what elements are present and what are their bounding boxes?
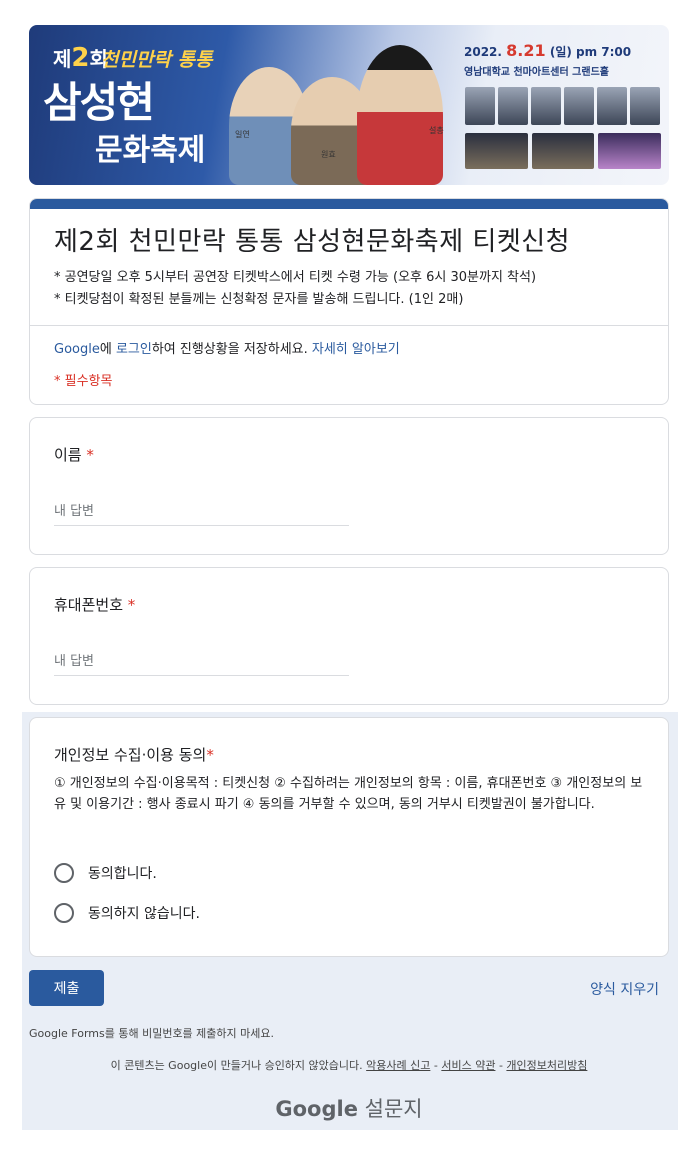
accent-bar: [30, 199, 668, 209]
question-phone-card: 휴대폰번호 * 내 답변: [29, 567, 669, 705]
banner-festival-name2: 문화축제: [95, 133, 206, 168]
radio-button[interactable]: [54, 903, 74, 923]
learn-more-link[interactable]: 자세히 알아보기: [312, 342, 400, 357]
group-photo: [531, 133, 595, 169]
performer-photo: [597, 87, 627, 125]
performer-photos: [465, 87, 661, 125]
radio-label: 동의하지 않습니다.: [88, 906, 200, 922]
banner-venue: 영남대학교 천마아트센터 그랜드홀: [464, 67, 609, 78]
report-abuse-link[interactable]: 악용사례 신고: [366, 1059, 430, 1072]
form-description: * 공연당일 오후 5시부터 공연장 티켓박스에서 티켓 수령 가능 (오후 6…: [54, 267, 536, 311]
clear-form-button[interactable]: 양식 지우기: [590, 979, 659, 999]
radio-button[interactable]: [54, 863, 74, 883]
group-photo: [465, 133, 528, 169]
login-prompt: Google에 로그인하여 진행상황을 저장하세요. 자세히 알아보기: [54, 342, 400, 357]
banner-theme: 천민만락 통통: [101, 49, 213, 71]
submit-button[interactable]: 제출: [29, 970, 104, 1006]
google-link[interactable]: Google: [54, 342, 100, 357]
performer-photo: [498, 87, 528, 125]
group-photos: [465, 133, 662, 169]
description-line: * 공연당일 오후 5시부터 공연장 티켓박스에서 티켓 수령 가능 (오후 6…: [54, 270, 537, 285]
divider: [30, 325, 668, 326]
question-consent-card: 개인정보 수집·이용 동의* ① 개인정보의 수집·이용목적 : 티켓신청 ② …: [29, 717, 669, 957]
consent-description: ① 개인정보의 수집·이용목적 : 티켓신청 ② 수집하려는 개인정보의 항목 …: [54, 776, 643, 812]
question-name-card: 이름 * 내 답변: [29, 417, 669, 555]
figure-label: 일연: [235, 130, 250, 139]
figure-illustration: [357, 45, 443, 185]
question-title: 개인정보 수집·이용 동의*: [54, 746, 214, 764]
performer-photo: [564, 87, 594, 125]
form-title-card: 제2회 천민만락 통통 삼성현문화축제 티켓신청 * 공연당일 오후 5시부터 …: [29, 198, 669, 405]
form-title: 제2회 천민만락 통통 삼성현문화축제 티켓신청: [54, 227, 571, 257]
password-warning: Google Forms를 통해 비밀번호를 제출하지 마세요.: [29, 1027, 275, 1040]
footer-disclaimer: 이 콘텐츠는 Google이 만들거나 승인하지 않았습니다. 악용사례 신고 …: [110, 1059, 588, 1072]
figure-label: 설총: [429, 126, 444, 135]
banner-figures-illustration: 일연 원효 설총: [229, 37, 449, 185]
form-container: 제2회 천민만락 통통 삼성현 문화축제 일연 원효 설총 2022. 8.21…: [29, 25, 669, 1121]
performer-photo: [630, 87, 660, 125]
required-mark: *: [206, 746, 214, 764]
performer-photo: [531, 87, 561, 125]
festival-banner: 제2회 천민만락 통통 삼성현 문화축제 일연 원효 설총 2022. 8.21…: [29, 25, 669, 185]
figure-label: 원효: [321, 150, 336, 159]
performer-photo: [465, 87, 495, 125]
name-input[interactable]: 내 답변: [54, 500, 349, 526]
radio-option-disagree[interactable]: 동의하지 않습니다.: [54, 902, 200, 924]
required-mark: *: [127, 596, 136, 614]
google-forms-logo[interactable]: Google 설문지: [29, 1093, 669, 1123]
banner-festival-name: 삼성현: [43, 78, 155, 127]
phone-input[interactable]: 내 답변: [54, 650, 349, 676]
radio-label: 동의합니다.: [88, 866, 157, 882]
privacy-link[interactable]: 개인정보처리방침: [506, 1059, 587, 1072]
group-photo: [598, 133, 662, 169]
radio-option-agree[interactable]: 동의합니다.: [54, 862, 157, 884]
banner-date: 2022. 8.21 (일) pm 7:00: [464, 41, 632, 60]
required-note: * 필수항목: [54, 374, 113, 389]
question-title: 휴대폰번호 *: [54, 596, 136, 614]
login-link[interactable]: 로그인: [116, 342, 152, 357]
terms-link[interactable]: 서비스 약관: [441, 1059, 495, 1072]
question-title: 이름 *: [54, 446, 94, 464]
description-line: * 티켓당첨이 확정된 분들께는 신청확정 문자를 발송해 드립니다. (1인 …: [54, 292, 464, 307]
required-mark: *: [86, 446, 94, 464]
